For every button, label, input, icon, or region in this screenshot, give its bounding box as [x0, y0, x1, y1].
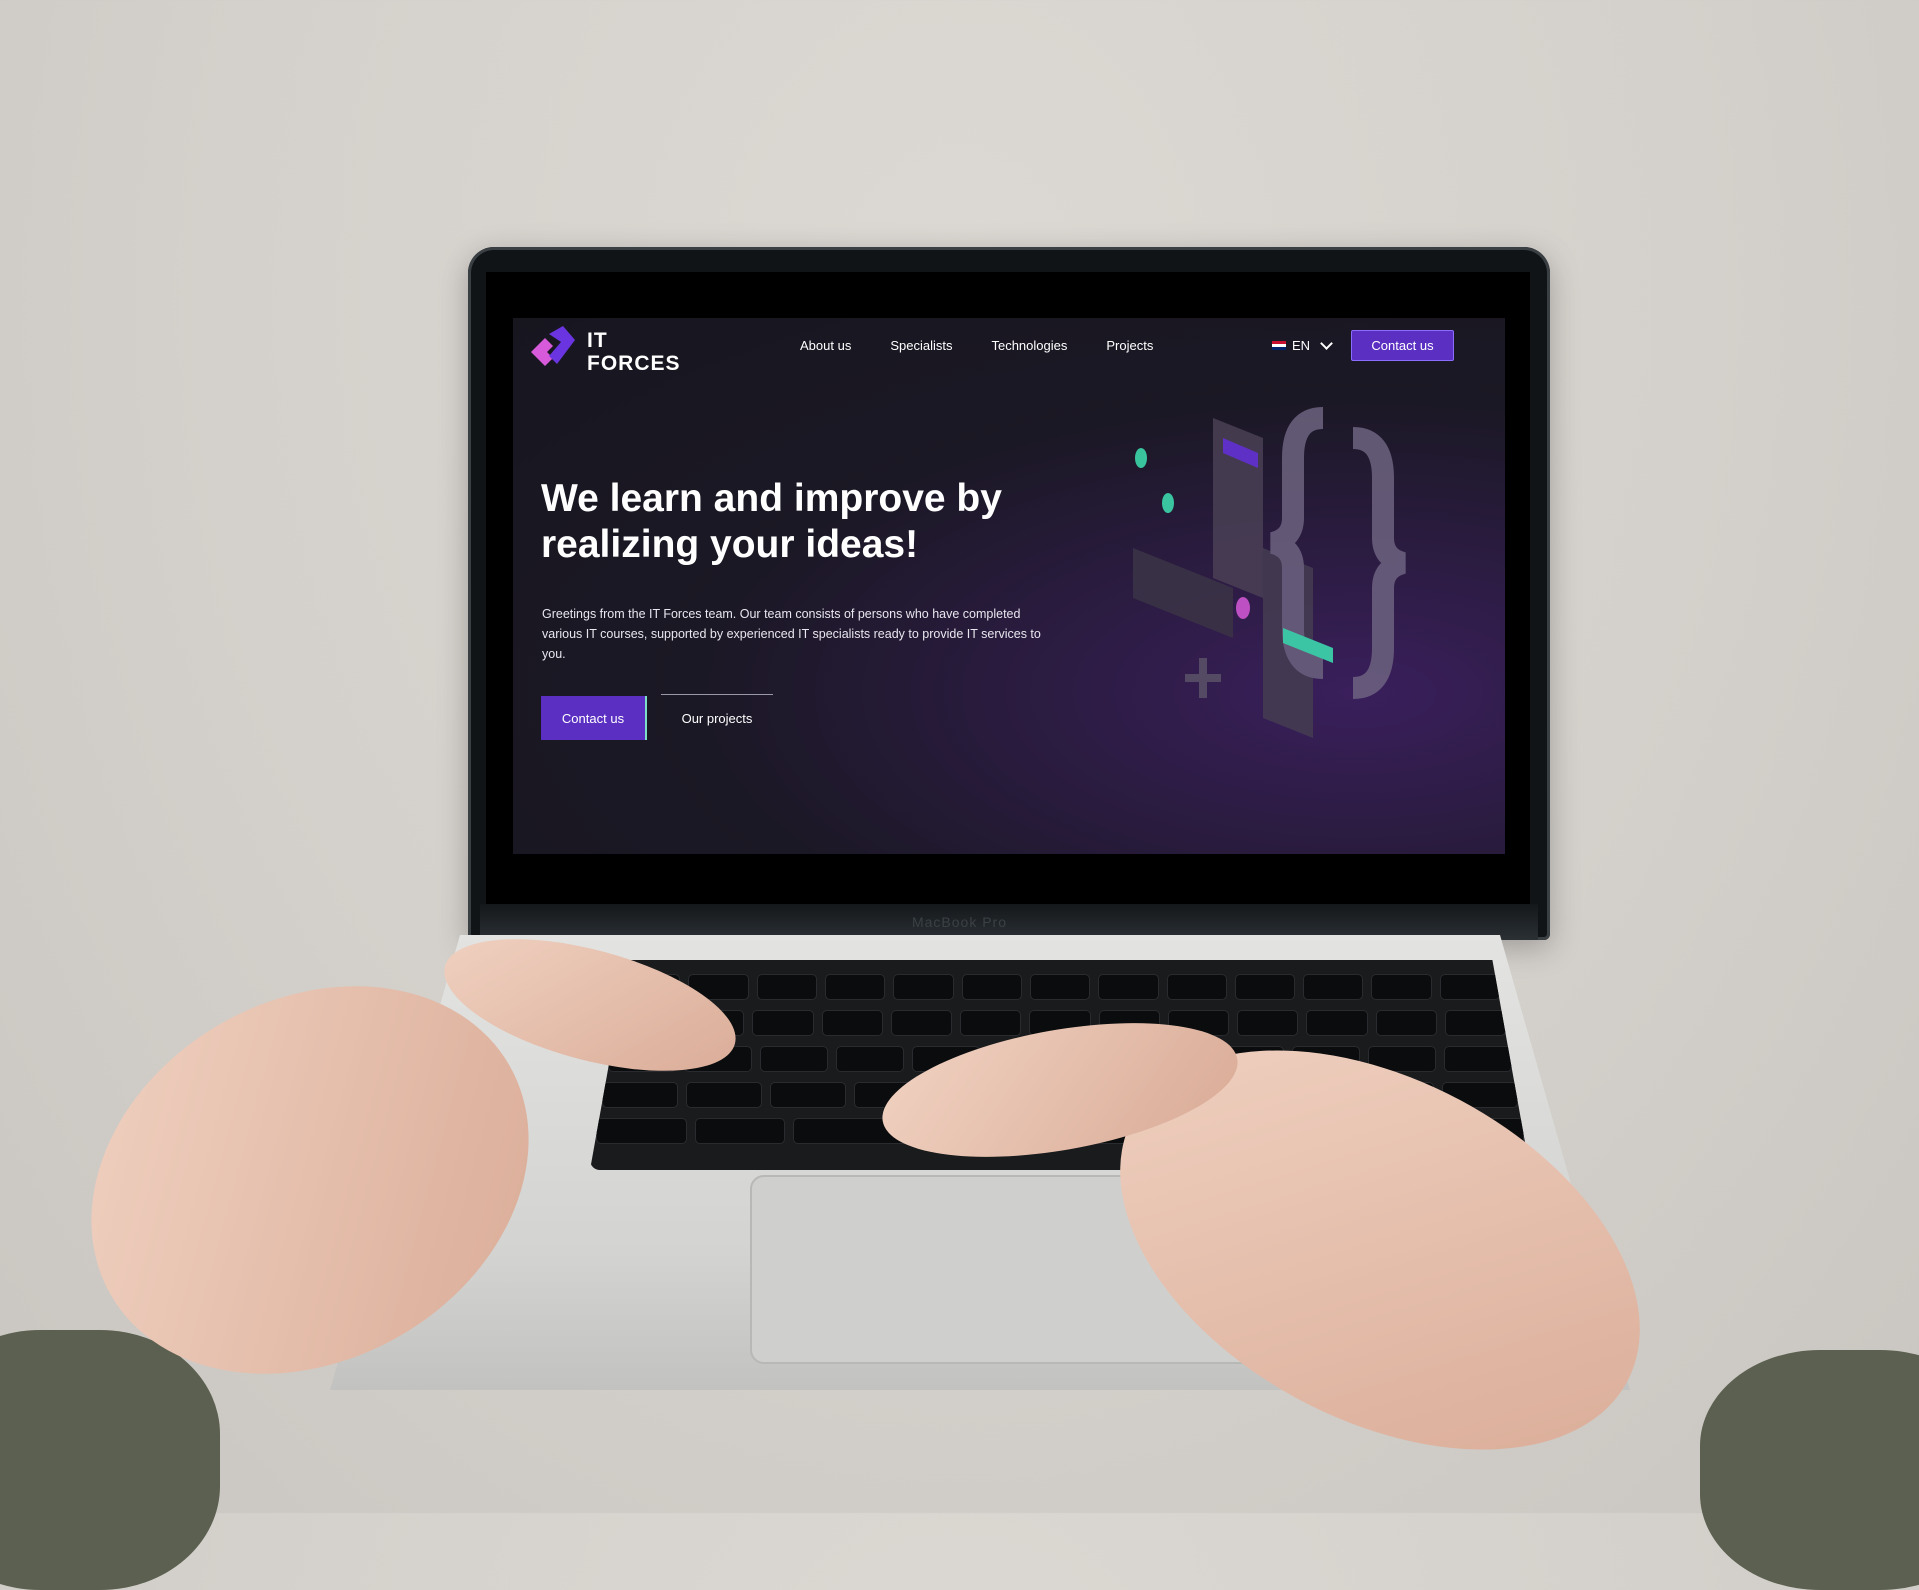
nav-link-projects[interactable]: Projects	[1106, 338, 1153, 353]
nav-link-technologies[interactable]: Technologies	[991, 338, 1067, 353]
logo-text: IT FORCES	[587, 329, 681, 375]
hero-description: Greetings from the IT Forces team. Our t…	[542, 607, 1041, 661]
hero-title: We learn and improve by realizing your i…	[541, 477, 1002, 566]
left-sleeve	[0, 1330, 220, 1590]
uk-flag-icon	[1272, 341, 1286, 350]
nav-link-about[interactable]: About us	[800, 338, 851, 353]
chevron-down-icon	[1320, 337, 1333, 350]
isometric-code-illustration	[1133, 407, 1407, 738]
website-screen: IT FORCES About us Specialists Technolog…	[513, 318, 1505, 854]
language-label: EN	[1292, 338, 1311, 353]
site-logo[interactable]: IT FORCES	[527, 324, 681, 380]
keyboard-row	[620, 974, 1501, 1000]
logo-line-2: FORCES	[587, 352, 681, 375]
language-selector[interactable]: EN	[1272, 337, 1333, 353]
nav-link-specialists[interactable]: Specialists	[890, 338, 952, 353]
logo-line-1: IT	[587, 329, 608, 352]
main-navigation: About us Specialists Technologies Projec…	[800, 338, 1153, 353]
device-label: MacBook Pro	[911, 914, 1008, 930]
site-header: IT FORCES About us Specialists Technolog…	[513, 318, 1505, 388]
logo-icon	[531, 326, 575, 366]
header-contact-button[interactable]: Contact us	[1351, 330, 1454, 361]
photo-scene: IT FORCES About us Specialists Technolog…	[0, 0, 1919, 1590]
right-sleeve	[1700, 1350, 1919, 1590]
our-projects-button[interactable]: Our projects	[661, 694, 773, 741]
contact-us-button[interactable]: Contact us	[541, 696, 647, 740]
